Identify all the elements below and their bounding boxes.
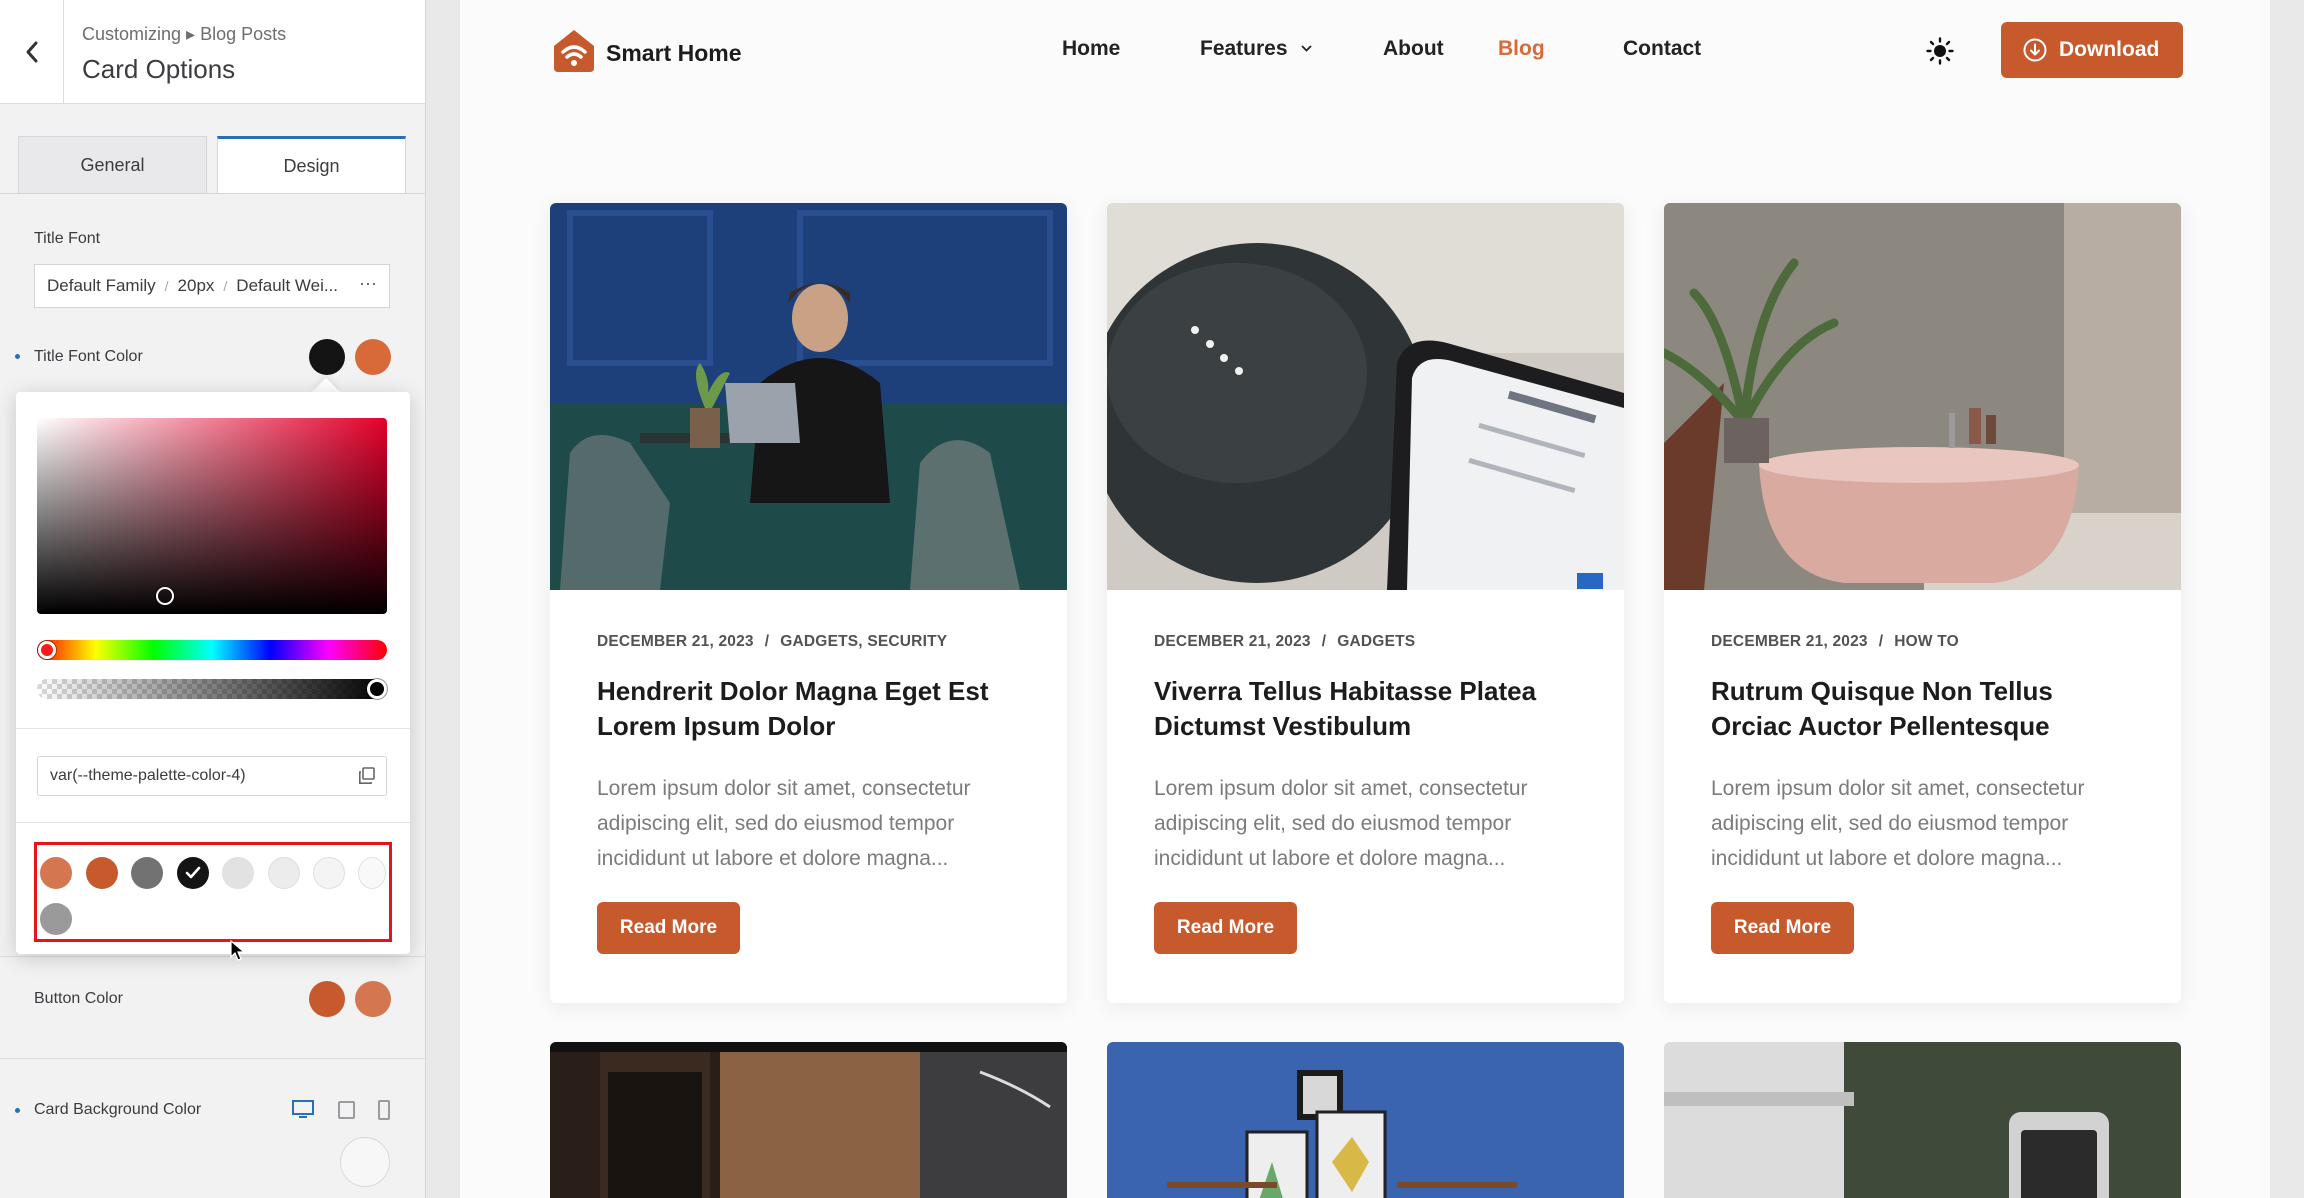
post-excerpt: Lorem ipsum dolor sit amet, consectetur … [1154,777,1528,870]
hue-slider[interactable] [37,640,387,660]
title-font-color-label: Title Font Color [34,348,143,365]
button-color-hover-swatch[interactable] [355,981,391,1017]
post-image[interactable] [1107,1042,1624,1198]
site-preview: Smart Home Home Features About Blog Cont… [426,0,2304,1198]
post-category[interactable]: HOW TO [1894,633,1959,650]
section-divider [0,956,425,957]
read-more-button[interactable]: Read More [1154,902,1297,954]
more-options-icon: ··· [359,273,377,293]
picker-divider [16,822,410,823]
post-date: DECEMBER 21, 2023 [1154,633,1311,650]
blog-card: DECEMBER 21, 2023/GADGETS, SECURITY Hend… [550,203,1067,1003]
breadcrumb: Customizing ▸ Blog Posts [82,24,287,44]
post-excerpt: Lorem ipsum dolor sit amet, consectetur … [1711,777,2085,870]
chevron-down-icon [1301,45,1313,52]
title-font-label: Title Font [34,230,101,247]
saturation-area[interactable] [37,418,387,614]
section-divider [0,1058,425,1059]
nav-blog[interactable]: Blog [1498,37,1545,61]
post-title[interactable]: Rutrum Quisque Non Tellus Orciac Auctor … [1711,674,2141,744]
card-background-color-label: Card Background Color [34,1101,202,1118]
color-value-text: var(--theme-palette-color-4) [50,767,246,784]
nav-contact[interactable]: Contact [1623,37,1701,61]
logo-icon [554,30,594,72]
palette-swatch-selected[interactable] [177,857,209,889]
palette-highlight [34,842,392,942]
responsive-dot [15,1108,20,1113]
brand-name[interactable]: Smart Home [606,40,741,67]
back-button[interactable] [0,0,64,104]
blog-card: DECEMBER 21, 2023/HOW TO Rutrum Quisque … [1664,203,2181,1003]
font-weight-value: Default Wei... [236,276,339,295]
post-image[interactable] [550,203,1067,590]
tab-design[interactable]: Design [217,136,406,194]
post-meta: DECEMBER 21, 2023/GADGETS [1154,633,1416,650]
read-more-button[interactable]: Read More [597,902,740,954]
nav-about[interactable]: About [1383,37,1444,61]
post-image[interactable] [1107,203,1624,590]
palette-swatch[interactable] [268,857,300,889]
website: Smart Home Home Features About Blog Cont… [460,0,2270,1198]
picker-divider [16,728,410,729]
tabs-divider [0,193,425,194]
post-category[interactable]: GADGETS [1337,633,1415,650]
tab-general[interactable]: General [18,136,207,194]
sidebar-header: Customizing ▸ Blog Posts Card Options [0,0,425,104]
palette-swatch[interactable] [313,857,345,889]
download-icon [2023,38,2047,62]
palette-swatch[interactable] [40,903,72,935]
post-category[interactable]: GADGETS, SECURITY [780,633,947,650]
title-color-initial-swatch[interactable] [309,339,345,375]
saturation-handle[interactable] [156,587,174,605]
read-more-button[interactable]: Read More [1711,902,1854,954]
post-image[interactable] [550,1042,1067,1198]
palette-swatch[interactable] [131,857,163,889]
palette-swatch[interactable] [358,857,386,889]
nav-home[interactable]: Home [1062,37,1120,61]
opacity-slider[interactable] [37,679,387,699]
site-header: Smart Home Home Features About Blog Cont… [460,0,2270,100]
font-size-value: 20px [177,276,215,295]
title-font-picker[interactable]: Default Family / 20px / Default Wei... ·… [34,264,390,308]
desktop-icon[interactable] [292,1100,314,1120]
palette-swatch[interactable] [222,857,254,889]
post-image[interactable] [1664,1042,2181,1198]
nav-features[interactable]: Features [1200,37,1313,61]
mobile-icon[interactable] [378,1100,390,1120]
font-family-value: Default Family [47,276,156,295]
responsive-dot [15,354,20,359]
chevron-left-icon [26,41,37,63]
post-title[interactable]: Viverra Tellus Habitasse Platea Dictumst… [1154,674,1584,744]
opacity-handle[interactable] [367,679,387,699]
post-meta: DECEMBER 21, 2023/GADGETS, SECURITY [597,633,948,650]
customizer-sidebar: Customizing ▸ Blog Posts Card Options Ge… [0,0,426,1198]
tablet-icon[interactable] [338,1101,355,1119]
download-label: Download [2059,38,2160,61]
post-date: DECEMBER 21, 2023 [597,633,754,650]
post-title[interactable]: Hendrerit Dolor Magna Eget Est Lorem Ips… [597,674,1027,744]
palette-swatch[interactable] [86,857,118,889]
post-image[interactable] [1664,203,2181,590]
panel-tabs: General Design [18,136,406,194]
palette-swatch[interactable] [40,857,72,889]
sun-icon[interactable] [1926,37,1954,65]
color-value-field[interactable]: var(--theme-palette-color-4) [37,756,387,796]
copy-icon[interactable] [358,767,376,785]
button-color-initial-swatch[interactable] [309,981,345,1017]
mouse-cursor-icon [230,940,246,961]
post-date: DECEMBER 21, 2023 [1711,633,1868,650]
panel-title: Card Options [82,54,236,84]
post-excerpt: Lorem ipsum dolor sit amet, consectetur … [597,777,971,870]
post-meta: DECEMBER 21, 2023/HOW TO [1711,633,1959,650]
download-button[interactable]: Download [2001,22,2183,78]
nav-features-label: Features [1200,37,1288,60]
title-color-hover-swatch[interactable] [355,339,391,375]
hue-handle[interactable] [38,641,56,659]
checkmark-icon [185,866,201,879]
button-color-label: Button Color [34,990,123,1007]
card-background-swatch[interactable] [340,1137,390,1187]
blog-card: DECEMBER 21, 2023/GADGETS Viverra Tellus… [1107,203,1624,1003]
